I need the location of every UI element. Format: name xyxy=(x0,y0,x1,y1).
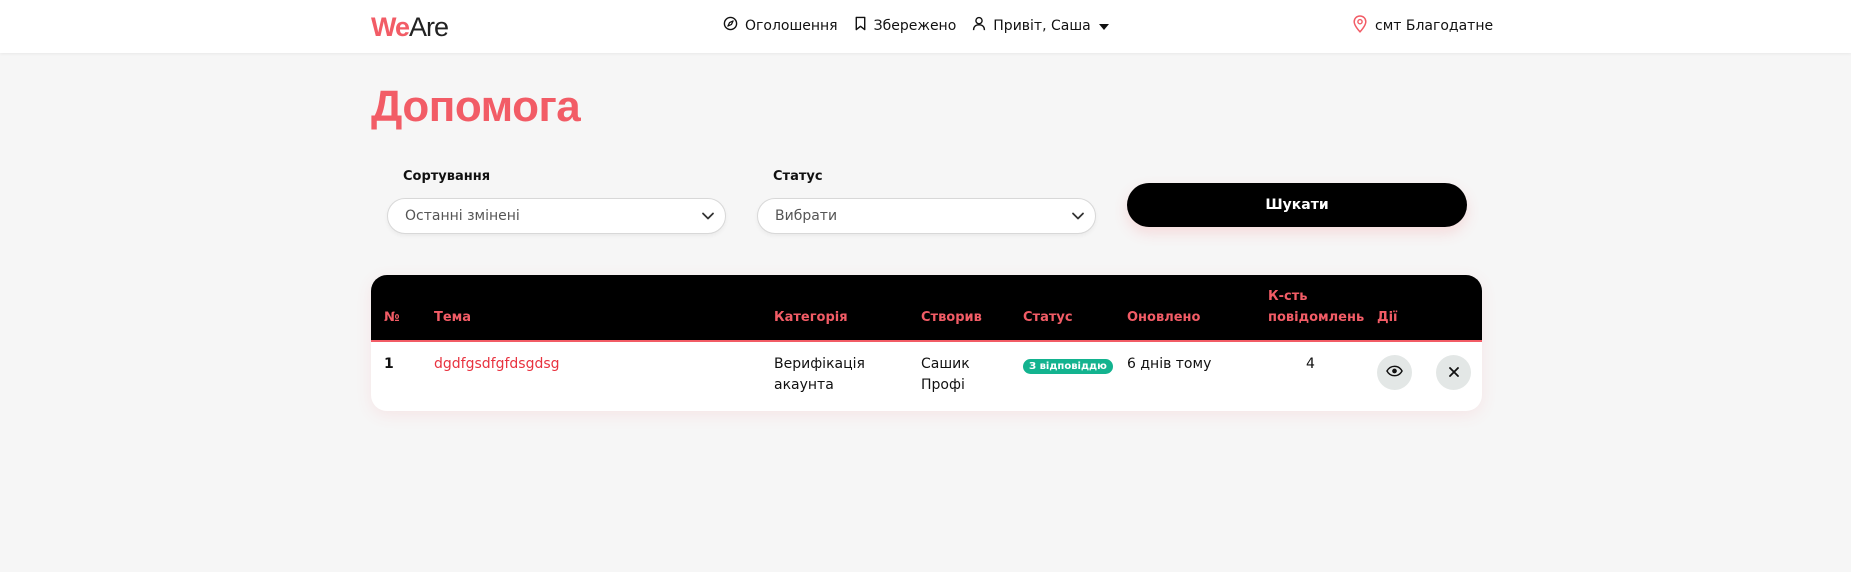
col-number: № xyxy=(384,310,400,325)
top-header: WeAre Оголошення Збережено Привіт, Саша xyxy=(0,0,1851,53)
status-label: Статус xyxy=(773,169,823,184)
col-messages: К-сть повідомлень xyxy=(1268,286,1364,328)
logo-primary: We xyxy=(371,12,410,42)
nav-ads[interactable]: Оголошення xyxy=(723,16,838,35)
chevron-down-icon xyxy=(1071,209,1085,227)
nav-saved-label: Збережено xyxy=(873,17,957,34)
logo[interactable]: WeAre xyxy=(371,12,449,43)
sort-select[interactable]: Останні змінені xyxy=(387,198,726,234)
col-author: Створив xyxy=(921,310,982,325)
user-icon xyxy=(972,16,993,35)
row-category-line2: акаунта xyxy=(774,377,834,393)
page-title: Допомога xyxy=(371,82,581,131)
caret-down-icon xyxy=(1098,18,1116,34)
user-menu[interactable]: Привіт, Саша xyxy=(972,16,1115,35)
logo-secondary: Are xyxy=(409,12,449,42)
row-updated: 6 днів тому xyxy=(1127,356,1212,372)
col-status: Статус xyxy=(1023,310,1073,325)
row-number: 1 xyxy=(384,356,394,372)
row-author-line2: Профі xyxy=(921,377,965,393)
col-topic: Тема xyxy=(434,310,472,325)
compass-icon xyxy=(723,16,745,35)
chevron-down-icon xyxy=(701,209,715,227)
row-author: Сашик Профі xyxy=(921,354,970,396)
status-select-value: Вибрати xyxy=(775,208,838,224)
close-icon xyxy=(1448,365,1459,380)
help-tickets-table: № Тема Категорія Створив Статус Оновлено… xyxy=(371,275,1482,411)
bookmark-icon xyxy=(854,16,874,35)
row-topic-link[interactable]: dgdfgsdfgfdsgdsg xyxy=(434,354,560,375)
table-header: № Тема Категорія Створив Статус Оновлено… xyxy=(371,275,1482,342)
main-nav: Оголошення Збережено Привіт, Саша xyxy=(723,16,1132,35)
col-updated: Оновлено xyxy=(1127,310,1201,325)
row-author-line1: Сашик xyxy=(921,356,970,372)
location-selector[interactable]: смт Благодатне xyxy=(1353,15,1493,37)
eye-icon xyxy=(1386,365,1403,380)
search-button[interactable]: Шукати xyxy=(1127,183,1467,227)
col-category: Категорія xyxy=(774,310,848,325)
row-category-line1: Верифікація xyxy=(774,356,865,372)
delete-button[interactable] xyxy=(1436,355,1471,390)
status-badge: З відповіддю xyxy=(1023,359,1113,374)
sort-select-value: Останні змінені xyxy=(405,208,520,224)
sort-label: Сортування xyxy=(403,169,491,184)
col-messages-line2: повідомлень xyxy=(1268,310,1365,325)
row-category: Верифікація акаунта xyxy=(774,354,865,396)
location-label: смт Благодатне xyxy=(1375,18,1494,34)
status-select[interactable]: Вибрати xyxy=(757,198,1096,234)
nav-ads-label: Оголошення xyxy=(745,17,838,34)
col-actions: Дії xyxy=(1377,310,1398,325)
nav-saved[interactable]: Збережено xyxy=(854,16,957,35)
view-button[interactable] xyxy=(1377,355,1412,390)
row-messages-count: 4 xyxy=(1306,356,1315,372)
map-pin-icon xyxy=(1353,15,1375,37)
col-messages-line1: К-сть xyxy=(1268,289,1308,304)
user-greeting: Привіт, Саша xyxy=(993,17,1091,34)
